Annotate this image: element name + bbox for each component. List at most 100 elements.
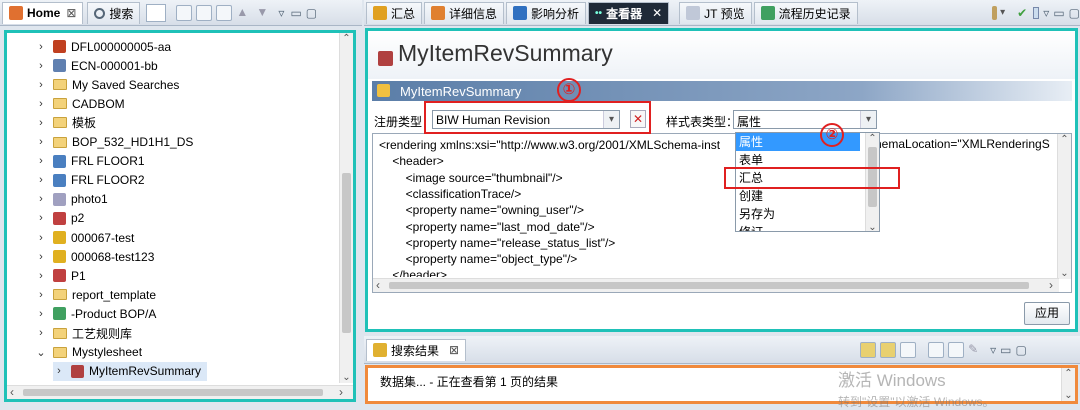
down-arrow-icon[interactable]: ▼ [256,5,272,21]
tree-item[interactable]: › 工艺规则库 [35,324,132,343]
maximize-icon[interactable]: ▢ [1069,6,1080,20]
xml-editor[interactable]: <rendering xmlns:xsi="http://www.w3.org/… [372,133,1072,293]
chevron-right-icon[interactable]: › [35,98,47,110]
tree-item[interactable]: › FRL FLOOR1 [35,152,144,171]
chevron-right-icon[interactable]: › [35,327,47,339]
tree-item[interactable]: ⌄ Mystylesheet [35,343,142,362]
scroll-down-icon[interactable]: ⌄ [866,222,879,231]
chevron-right-icon[interactable]: › [35,193,47,205]
maximize-icon[interactable]: ▢ [306,6,317,20]
expand-all-icon[interactable] [216,4,233,21]
chevron-right-icon[interactable]: › [35,270,47,282]
hscroll-thumb[interactable] [23,389,323,396]
tab-summary[interactable]: 汇总 [366,1,423,24]
scroll-down-icon[interactable]: ⌄ [1058,268,1071,279]
xml-scrollbar-vertical[interactable]: ⌃ ⌄ [1057,134,1071,279]
up-arrow-icon[interactable]: ▲ [236,5,252,21]
tree-item[interactable]: › 模板 [35,113,96,132]
minimize-icon[interactable]: ▭ [1053,6,1064,20]
scroll-left-icon[interactable]: ‹ [10,385,14,399]
chevron-right-icon[interactable]: › [35,212,47,224]
chevron-right-icon[interactable]: › [35,60,47,72]
tree-item[interactable]: › FRL FLOOR2 [35,171,144,190]
style-type-select[interactable]: 属性 ▾ [733,110,877,129]
tab-viewer[interactable]: •• 查看器 ✕ [588,1,670,24]
maximize-icon[interactable]: ▢ [1015,343,1026,357]
collapse-all-icon[interactable] [176,4,193,21]
scroll-up-icon[interactable]: ⌃ [1062,368,1075,379]
tree-item[interactable]: › 000067-test [35,228,134,247]
chevron-right-icon[interactable]: › [53,365,65,377]
tree-scrollbar-vertical[interactable]: ⌃ ⌄ [339,33,353,383]
results-scrollbar[interactable]: ⌃ ⌄ [1061,368,1075,401]
dropdown-option[interactable]: 另存为 [736,205,860,223]
scroll-right-icon[interactable]: › [339,385,343,399]
chevron-right-icon[interactable]: › [35,41,47,53]
chevron-down-icon[interactable]: ▾ [860,111,876,128]
toolbar-edit-icon[interactable] [991,5,998,20]
dock-icon[interactable] [1033,6,1040,19]
tree-item[interactable]: › CADBOM [35,94,125,113]
tree-item[interactable]: › report_template [35,285,156,304]
scroll-left-icon[interactable]: ‹ [376,278,380,292]
xml-scrollbar-horizontal[interactable]: ‹ › [373,278,1059,292]
tab-process-history[interactable]: 流程历史记录 [753,1,858,24]
tree-item[interactable]: › DFL000000005-aa [35,37,171,56]
chevron-right-icon[interactable]: › [35,117,47,129]
edit-icon[interactable]: ✎ [968,342,984,358]
scroll-up-icon[interactable]: ⌃ [866,133,879,144]
tree-item[interactable]: › -Product BOP/A [35,304,156,323]
scroll-down-icon[interactable]: ⌄ [340,372,353,383]
view-menu-icon[interactable]: ▿ [1043,6,1049,20]
scroll-up-icon[interactable]: ⌃ [340,33,353,44]
tree-item[interactable]: › 000068-test123 [35,247,154,266]
tab-home[interactable]: Home ⊠ [2,1,84,24]
minimize-icon[interactable]: ▭ [1000,343,1011,357]
scroll-up-icon[interactable]: ⌃ [1058,134,1071,145]
filter-icon[interactable] [860,341,877,358]
chevron-right-icon[interactable]: › [35,79,47,91]
tree-item[interactable]: › BOP_532_HD1H1_DS [35,133,193,152]
toolbar-dropdown-icon[interactable]: ▾ [1000,7,1005,18]
refresh-icon[interactable] [948,341,965,358]
dropdown-option[interactable]: 修订 [736,223,860,231]
view-menu-icon[interactable]: ▿ [990,343,996,357]
check-icon[interactable]: ✔ [1017,6,1027,20]
chevron-right-icon[interactable]: › [35,289,47,301]
tree-item[interactable]: › ECN-000001-bb [35,56,158,75]
chevron-right-icon[interactable]: › [35,232,47,244]
tab-details[interactable]: 详细信息 [424,1,505,24]
expand-icon[interactable] [196,4,213,21]
scroll-right-icon[interactable]: › [1049,278,1053,292]
chevron-right-icon[interactable]: › [35,174,47,186]
close-icon[interactable]: ⊠ [449,343,459,357]
export-icon[interactable] [900,341,917,358]
view-menu-icon[interactable]: ▿ [278,6,284,20]
close-icon[interactable]: ✕ [652,6,662,20]
tree-item[interactable]: › photo1 [35,190,108,209]
chevron-right-icon[interactable]: › [35,155,47,167]
tab-search-results[interactable]: 搜索结果 ⊠ [366,338,467,361]
chevron-right-icon[interactable]: › [35,251,47,263]
chevron-right-icon[interactable]: › [35,308,47,320]
tree-item[interactable]: › p2 [35,209,84,228]
scroll-thumb[interactable] [342,173,351,333]
tab-jt-preview[interactable]: JT 预览 [679,1,752,24]
tree-scrollbar-horizontal[interactable]: ‹ › [7,385,353,399]
scroll-down-icon[interactable]: ⌄ [1062,390,1075,401]
table-view-icon[interactable] [928,341,945,358]
minimize-icon[interactable]: ▭ [290,6,301,20]
apply-button[interactable]: 应用 [1024,302,1070,325]
chevron-down-icon[interactable]: ⌄ [35,346,47,359]
tab-search[interactable]: 搜索 [87,1,141,24]
dropdown-option[interactable]: 创建 [736,187,860,205]
search-box[interactable] [146,3,167,22]
chevron-right-icon[interactable]: › [35,136,47,148]
close-icon[interactable]: ⊠ [66,6,76,20]
search-options-icon[interactable] [880,341,897,358]
tree-item[interactable]: › MyItemRevSummary [53,361,208,381]
tree-item[interactable]: › P1 [35,266,86,285]
hscroll-thumb[interactable] [389,282,1029,289]
tab-impact-analysis[interactable]: 影响分析 [506,1,587,24]
tree-item[interactable]: › My Saved Searches [35,75,179,94]
